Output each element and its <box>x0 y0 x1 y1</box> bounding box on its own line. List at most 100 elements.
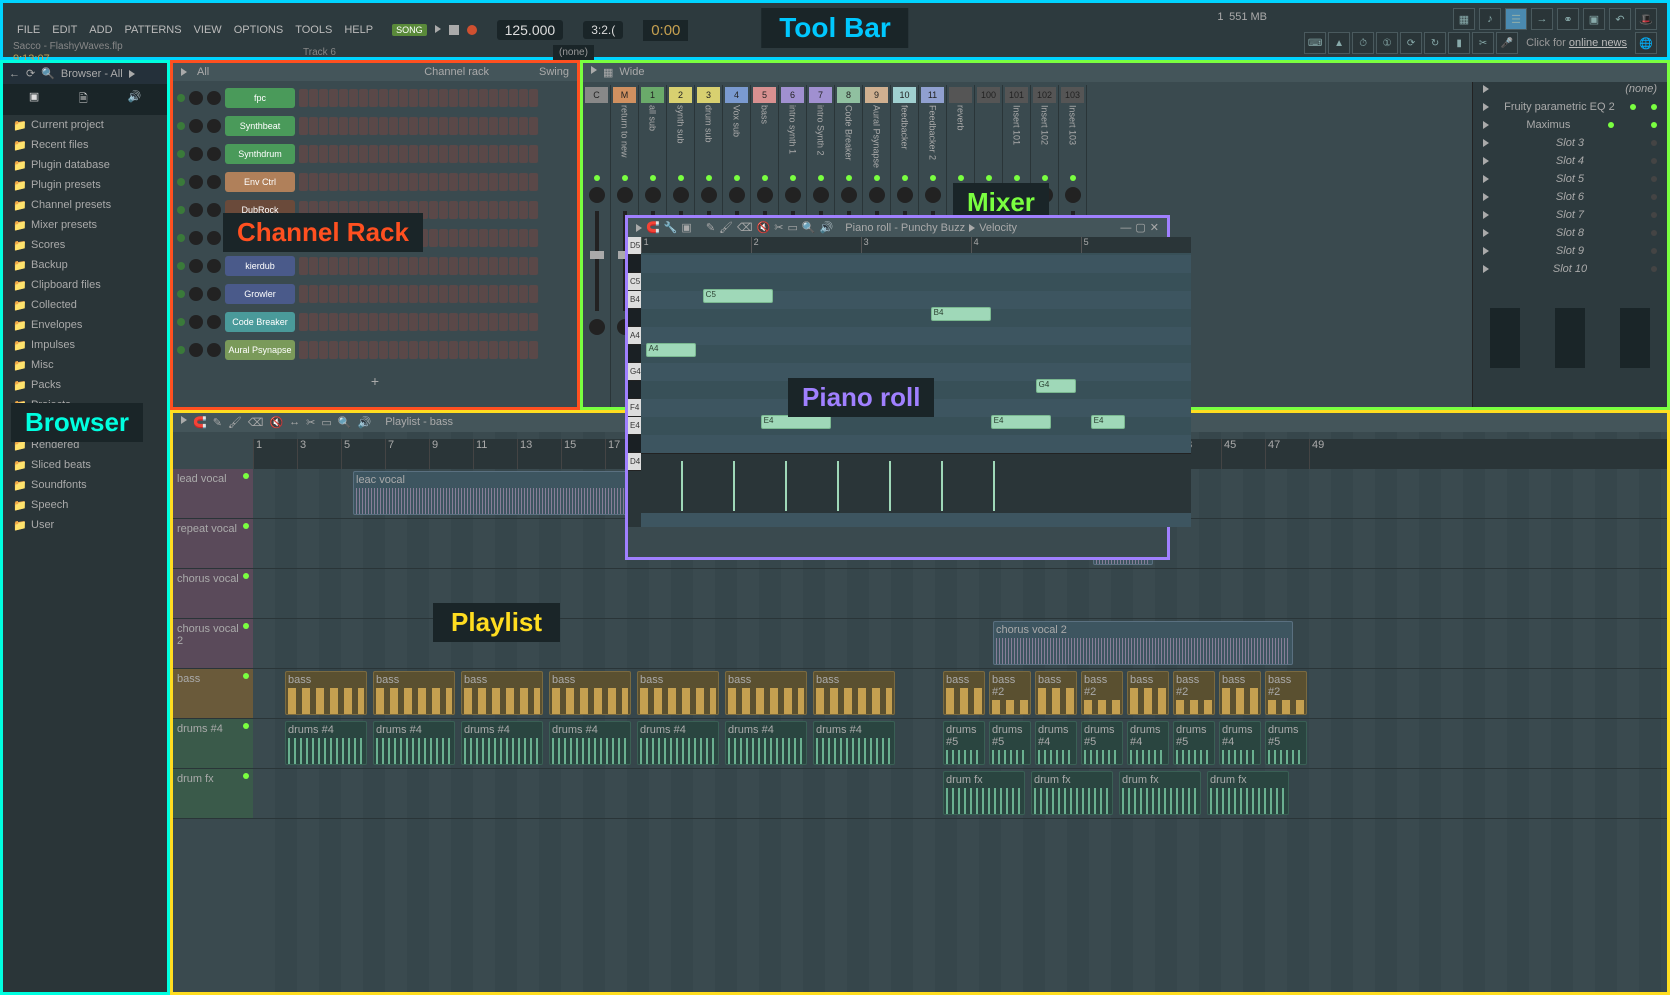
clip-drums5-1[interactable]: drums #5 <box>943 721 985 765</box>
pl-track-repeat-vocal[interactable]: repeat vocal <box>173 519 253 569</box>
clip-bass2-2[interactable]: bass #2 <box>1081 671 1123 715</box>
pr-ruler[interactable]: 12345 <box>641 237 1191 253</box>
cr-channel-button[interactable]: Growler <box>225 284 295 304</box>
track-led[interactable] <box>902 175 908 181</box>
clip-drums5-4[interactable]: drums #5 <box>1173 721 1215 765</box>
track-pan-knob[interactable] <box>785 187 801 203</box>
cr-channel-button[interactable]: kierdub <box>225 256 295 276</box>
piano-key[interactable]: C5 <box>628 273 641 291</box>
track-led[interactable] <box>846 175 852 181</box>
track-mute-led[interactable] <box>243 773 249 779</box>
fx-eq-hi[interactable] <box>1620 308 1650 368</box>
cr-pan-knob[interactable] <box>189 259 203 273</box>
track-led[interactable] <box>762 175 768 181</box>
pl-erase-icon[interactable]: ⌫ <box>248 416 264 429</box>
track-pan-knob[interactable] <box>673 187 689 203</box>
browser-item-plugin-database[interactable]: 📁Plugin database <box>3 155 167 175</box>
cr-mute-led[interactable] <box>177 262 185 270</box>
track-mute-led[interactable] <box>243 473 249 479</box>
browser-item-soundfonts[interactable]: 📁Soundfonts <box>3 475 167 495</box>
cr-steps[interactable] <box>299 285 573 303</box>
cr-channel-button[interactable]: fpc <box>225 88 295 108</box>
tool-metronome-icon[interactable]: ▲ <box>1328 32 1350 54</box>
browser-search-icon[interactable]: 🔍 <box>41 67 55 80</box>
fx-eq-mid[interactable] <box>1555 308 1585 368</box>
pianoroll-icon[interactable]: ♪ <box>1479 8 1501 30</box>
browser-new-icon[interactable]: 🗎 <box>79 90 88 109</box>
song-mode-button[interactable]: SONG <box>392 24 427 36</box>
cr-mute-led[interactable] <box>177 290 185 298</box>
clip-drums5-5[interactable]: drums #5 <box>1265 721 1307 765</box>
clip-drums-2[interactable]: drums #4 <box>373 721 455 765</box>
clip-drums4-9[interactable]: drums #4 <box>1127 721 1169 765</box>
fx-enable-led[interactable] <box>1651 248 1657 254</box>
fx-mix-led[interactable] <box>1651 122 1657 128</box>
cr-mute-led[interactable] <box>177 346 185 354</box>
cr-channel-button[interactable]: Aural Psynapse <box>225 340 295 360</box>
pr-wrench-icon[interactable]: 🔧 <box>664 221 678 234</box>
browser-collapse-icon[interactable]: ▣ <box>29 90 39 109</box>
pl-menu-icon[interactable] <box>181 416 187 424</box>
clip-bass-3[interactable]: bass <box>461 671 543 715</box>
clip-drumfx-4[interactable]: drum fx <box>1207 771 1289 815</box>
cr-steps[interactable] <box>299 89 573 107</box>
pl-slip-icon[interactable]: ↔ <box>289 416 300 429</box>
track-pan-knob[interactable] <box>841 187 857 203</box>
clip-drums-4[interactable]: drums #4 <box>549 721 631 765</box>
pr-close-icon[interactable]: ✕ <box>1150 221 1159 234</box>
clip-bass-6[interactable]: bass <box>725 671 807 715</box>
tool-mic-icon[interactable]: 🎤 <box>1496 32 1518 54</box>
cr-pan-knob[interactable] <box>189 147 203 161</box>
cr-channel-button[interactable]: Synthbeat <box>225 116 295 136</box>
clip-drums-5[interactable]: drums #4 <box>637 721 719 765</box>
cr-vol-knob[interactable] <box>207 91 221 105</box>
pl-track-chorus-vocal[interactable]: chorus vocal <box>173 569 253 619</box>
pr-brush-icon[interactable]: 🖌 <box>719 221 733 234</box>
fx-slot-slot-10[interactable]: Slot 10 <box>1473 260 1667 278</box>
browser-item-recent-files[interactable]: 📁Recent files <box>3 135 167 155</box>
browser-item-backup[interactable]: 📁Backup <box>3 255 167 275</box>
cr-vol-knob[interactable] <box>207 287 221 301</box>
fx-slot-fruity-parametric-eq-2[interactable]: Fruity parametric EQ 2 <box>1473 98 1667 116</box>
cr-mute-led[interactable] <box>177 234 185 242</box>
track-mute-led[interactable] <box>243 623 249 629</box>
fx-enable-led[interactable] <box>1651 176 1657 182</box>
fx-slot-slot-4[interactable]: Slot 4 <box>1473 152 1667 170</box>
browser-dropdown-icon[interactable] <box>129 70 135 78</box>
browser-item-speech[interactable]: 📁Speech <box>3 495 167 515</box>
cr-vol-knob[interactable] <box>207 231 221 245</box>
link-icon[interactable]: ⚭ <box>1557 8 1579 30</box>
pl-zoom-icon[interactable]: 🔍 <box>338 416 352 429</box>
menu-tools[interactable]: TOOLS <box>291 22 336 38</box>
clip-drums-6[interactable]: drums #4 <box>725 721 807 765</box>
track-send-knob[interactable] <box>589 319 605 335</box>
play-icon[interactable] <box>435 24 441 36</box>
piano-key[interactable]: F4 <box>628 399 641 417</box>
clip-bass-1[interactable]: bass <box>285 671 367 715</box>
track-led[interactable] <box>930 175 936 181</box>
cr-channel-button[interactable]: Env Ctrl <box>225 172 295 192</box>
tool-overdub-icon[interactable]: ⟳ <box>1400 32 1422 54</box>
cr-menu-icon[interactable] <box>181 68 187 76</box>
pr-pencil-icon[interactable]: ✎ <box>706 221 715 234</box>
track-led[interactable] <box>1070 175 1076 181</box>
pl-play-icon[interactable]: 🔊 <box>357 416 371 429</box>
track-led[interactable] <box>594 175 600 181</box>
mixer-icon[interactable]: → <box>1531 8 1553 30</box>
note-B4[interactable]: B4 <box>931 307 991 321</box>
clip-bass-11[interactable]: bass <box>1219 671 1261 715</box>
pr-slice-icon[interactable]: ✂ <box>774 221 783 234</box>
clip-bass-8[interactable]: bass <box>943 671 985 715</box>
clip-drums-3[interactable]: drums #4 <box>461 721 543 765</box>
browser-item-sliced-beats[interactable]: 📁Sliced beats <box>3 455 167 475</box>
cr-channel-button[interactable]: Synthdrum <box>225 144 295 164</box>
note-E4[interactable]: E4 <box>991 415 1051 429</box>
fx-slot-slot-8[interactable]: Slot 8 <box>1473 224 1667 242</box>
tool-cut-icon[interactable]: ✂ <box>1472 32 1494 54</box>
tool-count-icon[interactable]: ① <box>1376 32 1398 54</box>
browser-item-scores[interactable]: 📁Scores <box>3 235 167 255</box>
piano-key[interactable]: G4 <box>628 363 641 381</box>
track-led[interactable] <box>734 175 740 181</box>
cr-pan-knob[interactable] <box>189 315 203 329</box>
cr-mute-led[interactable] <box>177 178 185 186</box>
